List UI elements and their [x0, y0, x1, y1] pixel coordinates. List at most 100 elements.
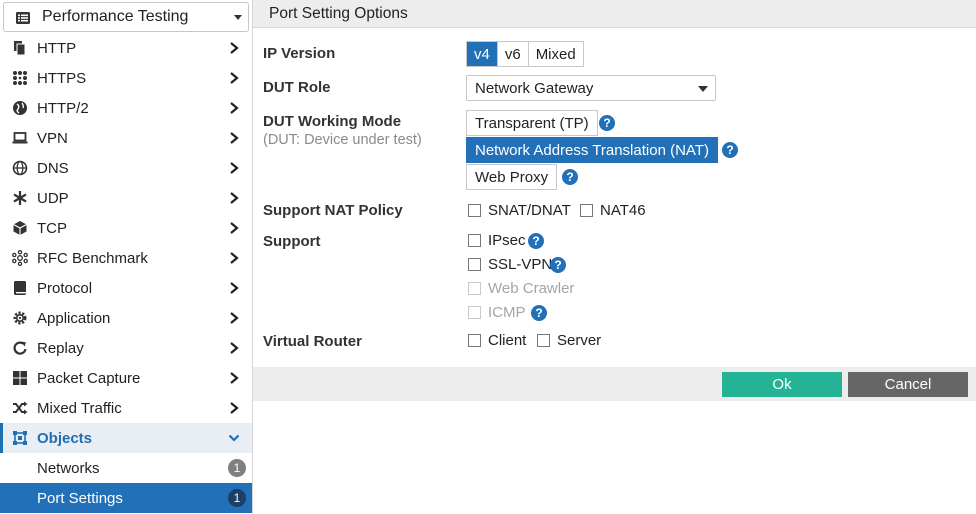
chevron-right-icon — [230, 252, 239, 264]
list-icon — [16, 11, 30, 24]
sidebar: Performance Testing HTTP HTTPS HTTP/2 VP… — [0, 0, 253, 514]
ipsec-checkbox[interactable]: IPsec — [468, 232, 526, 249]
count-badge: 1 — [228, 459, 246, 477]
mode-nat-button[interactable]: Network Address Translation (NAT) — [466, 137, 718, 163]
nat46-checkbox[interactable]: NAT46 — [580, 202, 646, 219]
ok-button[interactable]: Ok — [722, 372, 842, 397]
replay-icon — [12, 340, 28, 356]
shuffle-icon — [12, 400, 28, 416]
help-icon[interactable]: ? — [531, 305, 547, 321]
sidebar-item-https[interactable]: HTTPS — [0, 63, 252, 93]
dut-mode-sublabel: (DUT: Device under test) — [263, 132, 422, 148]
ip-version-v4-option[interactable]: v4 — [467, 42, 498, 66]
chevron-right-icon — [230, 342, 239, 354]
globe-icon — [12, 100, 28, 116]
sidebar-item-vpn[interactable]: VPN — [0, 123, 252, 153]
sidebar-item-label: TCP — [37, 219, 67, 237]
nat-policy-label: Support NAT Policy — [263, 202, 403, 219]
help-icon[interactable]: ? — [722, 142, 738, 158]
checkbox-box — [468, 306, 481, 319]
sidebar-item-label: UDP — [37, 189, 69, 207]
gear-icon — [12, 310, 28, 326]
checkbox-box[interactable] — [468, 334, 481, 347]
cube-icon — [12, 220, 28, 236]
sidebar-item-label: Objects — [37, 429, 93, 447]
snat-dnat-checkbox[interactable]: SNAT/DNAT — [468, 202, 571, 219]
checkbox-box[interactable] — [468, 258, 481, 271]
server-checkbox[interactable]: Server — [537, 332, 601, 349]
dots-grid-icon — [12, 70, 28, 86]
chevron-right-icon — [230, 282, 239, 294]
chevron-right-icon — [230, 72, 239, 84]
sidebar-item-replay[interactable]: Replay — [0, 333, 252, 363]
help-icon[interactable]: ? — [550, 257, 566, 273]
sidebar-item-label: Application — [37, 309, 111, 327]
checkbox-box[interactable] — [468, 234, 481, 247]
laptop-icon — [12, 130, 28, 146]
chevron-right-icon — [230, 192, 239, 204]
checkbox-label: SSL-VPN — [488, 256, 553, 273]
chevron-right-icon — [230, 132, 239, 144]
sidebar-item-label: DNS — [37, 159, 69, 177]
chevron-right-icon — [230, 372, 239, 384]
ip-version-v6-option[interactable]: v6 — [497, 42, 529, 66]
caret-down-icon — [698, 86, 708, 92]
sidebar-item-tcp[interactable]: TCP — [0, 213, 252, 243]
dut-role-select[interactable]: Network Gateway — [466, 75, 716, 101]
sidebar-item-label: Packet Capture — [37, 369, 141, 387]
sidebar-item-mixed-traffic[interactable]: Mixed Traffic — [0, 393, 252, 423]
asterisk-icon — [12, 190, 28, 206]
help-icon[interactable]: ? — [599, 115, 615, 131]
sidebar-item-http[interactable]: HTTP — [0, 33, 252, 63]
book-icon — [12, 280, 28, 296]
checkbox-box[interactable] — [537, 334, 550, 347]
help-icon[interactable]: ? — [528, 233, 544, 249]
sidebar-item-label: HTTP/2 — [37, 99, 89, 117]
help-icon[interactable]: ? — [562, 169, 578, 185]
chevron-right-icon — [230, 222, 239, 234]
dut-mode-label: DUT Working Mode — [263, 113, 402, 130]
checkbox-box[interactable] — [580, 204, 593, 217]
checkbox-label: Server — [557, 332, 602, 349]
cancel-button[interactable]: Cancel — [848, 372, 968, 397]
chevron-down-icon — [234, 15, 242, 20]
checkbox-label: ICMP — [488, 304, 526, 321]
objects-icon — [12, 430, 28, 446]
files-icon — [12, 40, 28, 56]
sidebar-item-label: Replay — [37, 339, 84, 357]
sidebar-item-objects[interactable]: Objects — [0, 423, 252, 453]
icmp-checkbox: ICMP — [468, 304, 526, 321]
sidebar-subitem-port-settings[interactable]: Port Settings 1 — [0, 483, 252, 513]
dut-role-value: Network Gateway — [475, 79, 594, 97]
cluster-icon — [12, 250, 28, 266]
checkbox-label: SNAT/DNAT — [488, 202, 571, 219]
dut-role-label: DUT Role — [263, 79, 331, 96]
sidebar-item-dns[interactable]: DNS — [0, 153, 252, 183]
mode-web-proxy-button[interactable]: Web Proxy — [466, 164, 558, 190]
support-label: Support — [263, 233, 321, 250]
sidebar-item-label: VPN — [37, 129, 68, 147]
sidebar-item-rfc-benchmark[interactable]: RFC Benchmark — [0, 243, 252, 273]
sidebar-nav: HTTP HTTPS HTTP/2 VPN DNS UDP TCP RFC Be… — [0, 33, 252, 513]
web-crawler-checkbox: Web Crawler — [468, 280, 574, 297]
module-selector[interactable]: Performance Testing — [3, 2, 249, 32]
sidebar-subitem-networks[interactable]: Networks 1 — [0, 453, 252, 483]
sidebar-item-application[interactable]: Application — [0, 303, 252, 333]
chevron-right-icon — [230, 102, 239, 114]
checkbox-box[interactable] — [468, 204, 481, 217]
sidebar-item-label: HTTPS — [37, 69, 87, 87]
sidebar-item-packet-capture[interactable]: Packet Capture — [0, 363, 252, 393]
ssl-vpn-checkbox[interactable]: SSL-VPN — [468, 256, 552, 273]
mode-transparent-button[interactable]: Transparent (TP) — [466, 110, 598, 136]
sidebar-item-protocol[interactable]: Protocol — [0, 273, 252, 303]
chevron-right-icon — [230, 312, 239, 324]
sidebar-subitem-label: Networks — [37, 459, 100, 477]
client-checkbox[interactable]: Client — [468, 332, 526, 349]
checkbox-label: NAT46 — [600, 202, 646, 219]
panel-title: Port Setting Options — [269, 4, 408, 22]
sidebar-item-label: Protocol — [37, 279, 93, 297]
ip-version-mixed-option[interactable]: Mixed — [528, 42, 583, 66]
chevron-right-icon — [230, 162, 239, 174]
sidebar-item-udp[interactable]: UDP — [0, 183, 252, 213]
sidebar-item-http2[interactable]: HTTP/2 — [0, 93, 252, 123]
